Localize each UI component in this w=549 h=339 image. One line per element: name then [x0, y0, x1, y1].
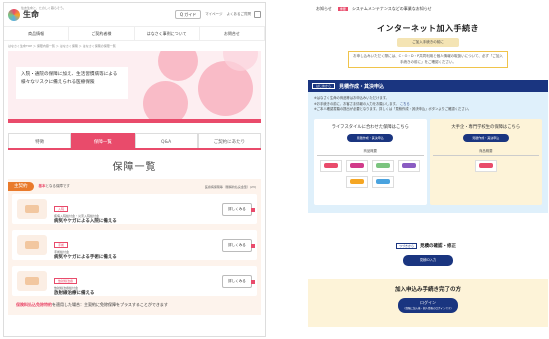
plan-columns: ライフスタイルに合わせた保障はこちら 見積作成・其決申込 商品概要 大手企・専門…	[314, 118, 542, 205]
continue-tag: つづきから	[396, 243, 418, 249]
brand-tagline: 住友生命と、たのしく暮らそう。	[21, 6, 66, 10]
login-label: ログイン	[420, 300, 436, 305]
logo-icon[interactable]	[8, 8, 20, 21]
tab-contract-notes[interactable]: ご契約にあたり	[197, 133, 261, 148]
main-note-bold: 基本	[38, 184, 46, 188]
quote-apply-button[interactable]: 見積作成・其決申込	[347, 133, 394, 142]
section-title: 保障一覧	[112, 162, 157, 173]
breadcrumb: はなさく生命TOP ＞ 保障内容一覧 ＞ はなさく保険 ＞ はなさく保険の保障一…	[8, 44, 116, 48]
product-count: 医療病保険等（無解約払戻金型）(23)	[204, 184, 256, 189]
global-nav: 商品情報 ご契約者様 はなさく事例について お問合せ	[4, 27, 265, 41]
bar-title: 見積作成・其決申込	[339, 83, 385, 90]
new-application-bar: はじめから 見積作成・其決申込	[308, 80, 548, 92]
coverage-card: 入院 疾病入院給付金・災害入院給付金 病気やケガによる入院に備える 詳しくみる	[12, 194, 257, 224]
card-desc: 放射線治療に備える	[54, 290, 95, 296]
col-title: 大手企・専門学校生の保障はこちら	[451, 124, 521, 130]
quote-id-button[interactable]: 見積ID入力	[403, 255, 453, 266]
student-plan-card: 大手企・専門学校生の保障はこちら 見積作成・其決申込 商品概要	[429, 118, 542, 205]
search-box[interactable]: Q ガイド	[175, 10, 202, 19]
steps-section: ※はなさく生命の商品等はお申込みいただけます。 ※お手続きの前に、お客さま情報の…	[308, 92, 548, 213]
petal-decoration	[158, 51, 198, 81]
product-logos	[433, 159, 540, 172]
notice-label: お知らせ	[316, 5, 332, 11]
card-tag: 手術	[54, 241, 69, 248]
notice-bar: お知らせ 重要 システムメンテナンスなどの事業なお知らせ	[308, 2, 548, 15]
steps-text-line: ※お手続きの前に、お客さま情報の入力をお願いします。	[314, 101, 399, 106]
col-title: ライフスタイルに合わせた保障はこちら	[331, 124, 409, 130]
product-logo[interactable]	[346, 159, 369, 172]
details-button[interactable]: 詳しくみる	[222, 274, 255, 288]
steps-text: ※ご本人確認書類の提出が必要となります。詳しくは「見積作成・其決申込」ボタンより…	[314, 107, 472, 111]
waiver-note: 保険料払込免除特約を適用した場合：主契約に免除保障をプラスすることができます	[16, 302, 253, 308]
main-contract-row: 主契約 基本となる保障です 医療病保険等（無解約払戻金型）(23)	[8, 181, 261, 192]
login-sub: (保険に加入後・個人情報のログインです)	[404, 307, 452, 310]
petal-decoration	[143, 81, 188, 119]
nav-contact[interactable]: お問合せ	[200, 27, 265, 40]
coverage-list: 主契約 基本となる保障です 医療病保険等（無解約払戻金型）(23) 入院 疾病入…	[8, 179, 261, 315]
right-panel: お知らせ 重要 システムメンテナンスなどの事業なお知らせ インターネット加入手続…	[308, 2, 548, 337]
card-info: 入院 疾病入院給付金・災害入院給付金 病気やケガによる入院に備える	[54, 195, 186, 224]
coverage-card: 手術 手術給付金 病気やケガによる手術に備える 詳しくみる	[12, 230, 257, 260]
hero-banner: 入院・通院の保障に加え、生活習慣病等による様々なリスクに備えられる医療保険	[8, 51, 261, 119]
mypage-link[interactable]: マイページ	[205, 12, 222, 17]
product-logo[interactable]	[346, 175, 369, 188]
card-tag: 入院	[54, 205, 69, 212]
waiver-text: を適用した場合：主契約に免除保障をプラスすることができます	[52, 302, 168, 307]
before-apply-label: ご加入手続きの前に	[397, 38, 459, 47]
main-note-text: となる保障です	[45, 184, 70, 188]
brand-name[interactable]: 生命	[23, 9, 39, 20]
menu-icon[interactable]	[254, 11, 261, 18]
waiver-link[interactable]: 保険料払込免除特約	[16, 302, 52, 307]
hospital-illustration	[17, 199, 47, 219]
coverage-card: 放射線治療 放射線治療給付金 放射線治療に備える 詳しくみる	[12, 266, 257, 296]
pink-divider	[8, 119, 261, 123]
product-logo[interactable]	[474, 159, 497, 172]
nav-cases[interactable]: はなさく事例について	[135, 27, 200, 40]
main-contract-note: 基本となる保障です	[39, 184, 70, 189]
notice-link[interactable]: システムメンテナンスなどの事業なお知らせ	[352, 6, 432, 12]
card-info: 手術 手術給付金 病気やケガによる手術に備える	[54, 231, 186, 260]
product-summary-label: 商品概要	[317, 148, 424, 156]
privacy-note: お申し込みいただく際には、C・O・D・P共同利用と個人情報の取扱いについて、必ず…	[348, 51, 508, 68]
lifestyle-plan-card: ライフスタイルに合わせた保障はこちら 見積作成・其決申込 商品概要	[314, 118, 427, 205]
card-tag: 放射線治療	[54, 277, 78, 284]
product-logo[interactable]	[372, 175, 395, 188]
card-desc: 病気やケガによる入院に備える	[54, 218, 117, 224]
quote-apply-button[interactable]: 見積作成・其決申込	[462, 133, 509, 142]
completed-title: 加入申込み手続き完了の方	[394, 287, 461, 293]
login-button[interactable]: ログイン (保険に加入後・個人情報のログインです)	[398, 298, 458, 313]
card-desc: 病気やケガによる手術に備える	[54, 254, 117, 260]
hero-text: 入院・通院の保障に加え、生活習慣病等による様々なリスクに備えられる医療保険	[16, 67, 128, 99]
continue-row: つづきから 見積の確認・修正	[308, 241, 548, 251]
product-summary-label: 商品概要	[432, 148, 539, 156]
details-button[interactable]: 詳しくみる	[222, 202, 255, 216]
tab-qa[interactable]: Q&A	[134, 133, 198, 148]
page-title: インターネット加入手続き	[377, 24, 479, 33]
faq-link[interactable]: よくあるご質問	[227, 12, 252, 17]
surgery-illustration	[17, 235, 47, 255]
continue-title: 見積の確認・修正	[420, 244, 457, 249]
tab-bar: 特徴 保障一覧 Q&A ご契約にあたり	[8, 133, 261, 150]
details-button[interactable]: 詳しくみる	[222, 238, 255, 252]
tab-features[interactable]: 特徴	[8, 133, 72, 148]
product-logo[interactable]	[372, 159, 395, 172]
product-logo[interactable]	[320, 159, 343, 172]
completed-section: 加入申込み手続き完了の方 ログイン (保険に加入後・個人情報のログインです)	[308, 279, 548, 327]
product-logos	[317, 159, 424, 188]
nav-customers[interactable]: ご契約者様	[69, 27, 135, 40]
nav-products[interactable]: 商品情報	[4, 27, 70, 40]
radiation-illustration	[17, 271, 47, 291]
here-link[interactable]: こちら	[400, 102, 410, 106]
important-badge: 重要	[337, 6, 348, 11]
site-header: 住友生命と、たのしく暮らそう。 生命 Q ガイド マイページ よくあるご質問	[4, 3, 265, 27]
start-tag: はじめから	[312, 83, 336, 89]
card-info: 放射線治療 放射線治療給付金 放射線治療に備える	[54, 267, 186, 296]
tab-coverage-list[interactable]: 保障一覧	[71, 133, 135, 148]
product-logo[interactable]	[398, 159, 421, 172]
left-panel: 住友生命と、たのしく暮らそう。 生命 Q ガイド マイページ よくあるご質問 商…	[3, 2, 266, 337]
main-contract-badge: 主契約	[8, 182, 34, 191]
